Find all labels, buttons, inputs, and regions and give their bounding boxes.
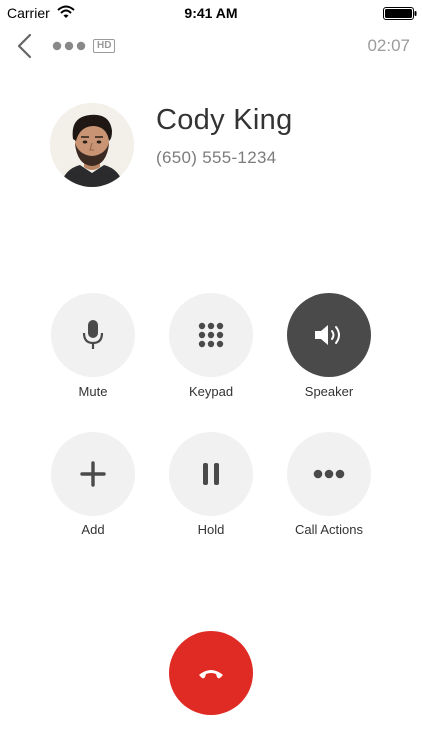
- add-call-button[interactable]: [51, 432, 135, 516]
- mute-label: Mute: [78, 384, 108, 399]
- keypad-icon: [198, 322, 224, 348]
- add-label: Add: [81, 522, 105, 537]
- keypad-label: Keypad: [188, 384, 234, 399]
- contact-phone-number: (650) 555-1234: [156, 148, 277, 167]
- back-chevron-icon[interactable]: [14, 33, 36, 59]
- avatar: [50, 103, 134, 187]
- hang-up-icon: [199, 670, 223, 679]
- more-icon: [313, 469, 345, 479]
- status-bar: Carrier 9:41 AM: [0, 0, 422, 28]
- hold-label: Hold: [197, 522, 225, 537]
- plus-icon: [80, 461, 106, 487]
- battery-icon: [383, 7, 417, 20]
- hd-badge: HD: [93, 39, 116, 53]
- call-actions-label: Call Actions: [295, 522, 363, 537]
- hold-button[interactable]: [169, 432, 253, 516]
- speaker-icon: [315, 325, 340, 345]
- avatar-image: [50, 103, 134, 187]
- microphone-icon: [82, 320, 104, 349]
- status-time: 9:41 AM: [184, 5, 238, 21]
- pause-icon: [203, 463, 219, 485]
- speaker-label: Speaker: [304, 384, 354, 399]
- speaker-button[interactable]: [287, 293, 371, 377]
- call-actions-button[interactable]: [287, 432, 371, 516]
- keypad-button[interactable]: [169, 293, 253, 377]
- signal-dots-icon: [52, 41, 86, 51]
- contact-name: Cody King: [156, 104, 293, 136]
- mute-button[interactable]: [51, 293, 135, 377]
- end-call-button[interactable]: [169, 631, 253, 715]
- call-timer: 02:07: [367, 36, 410, 55]
